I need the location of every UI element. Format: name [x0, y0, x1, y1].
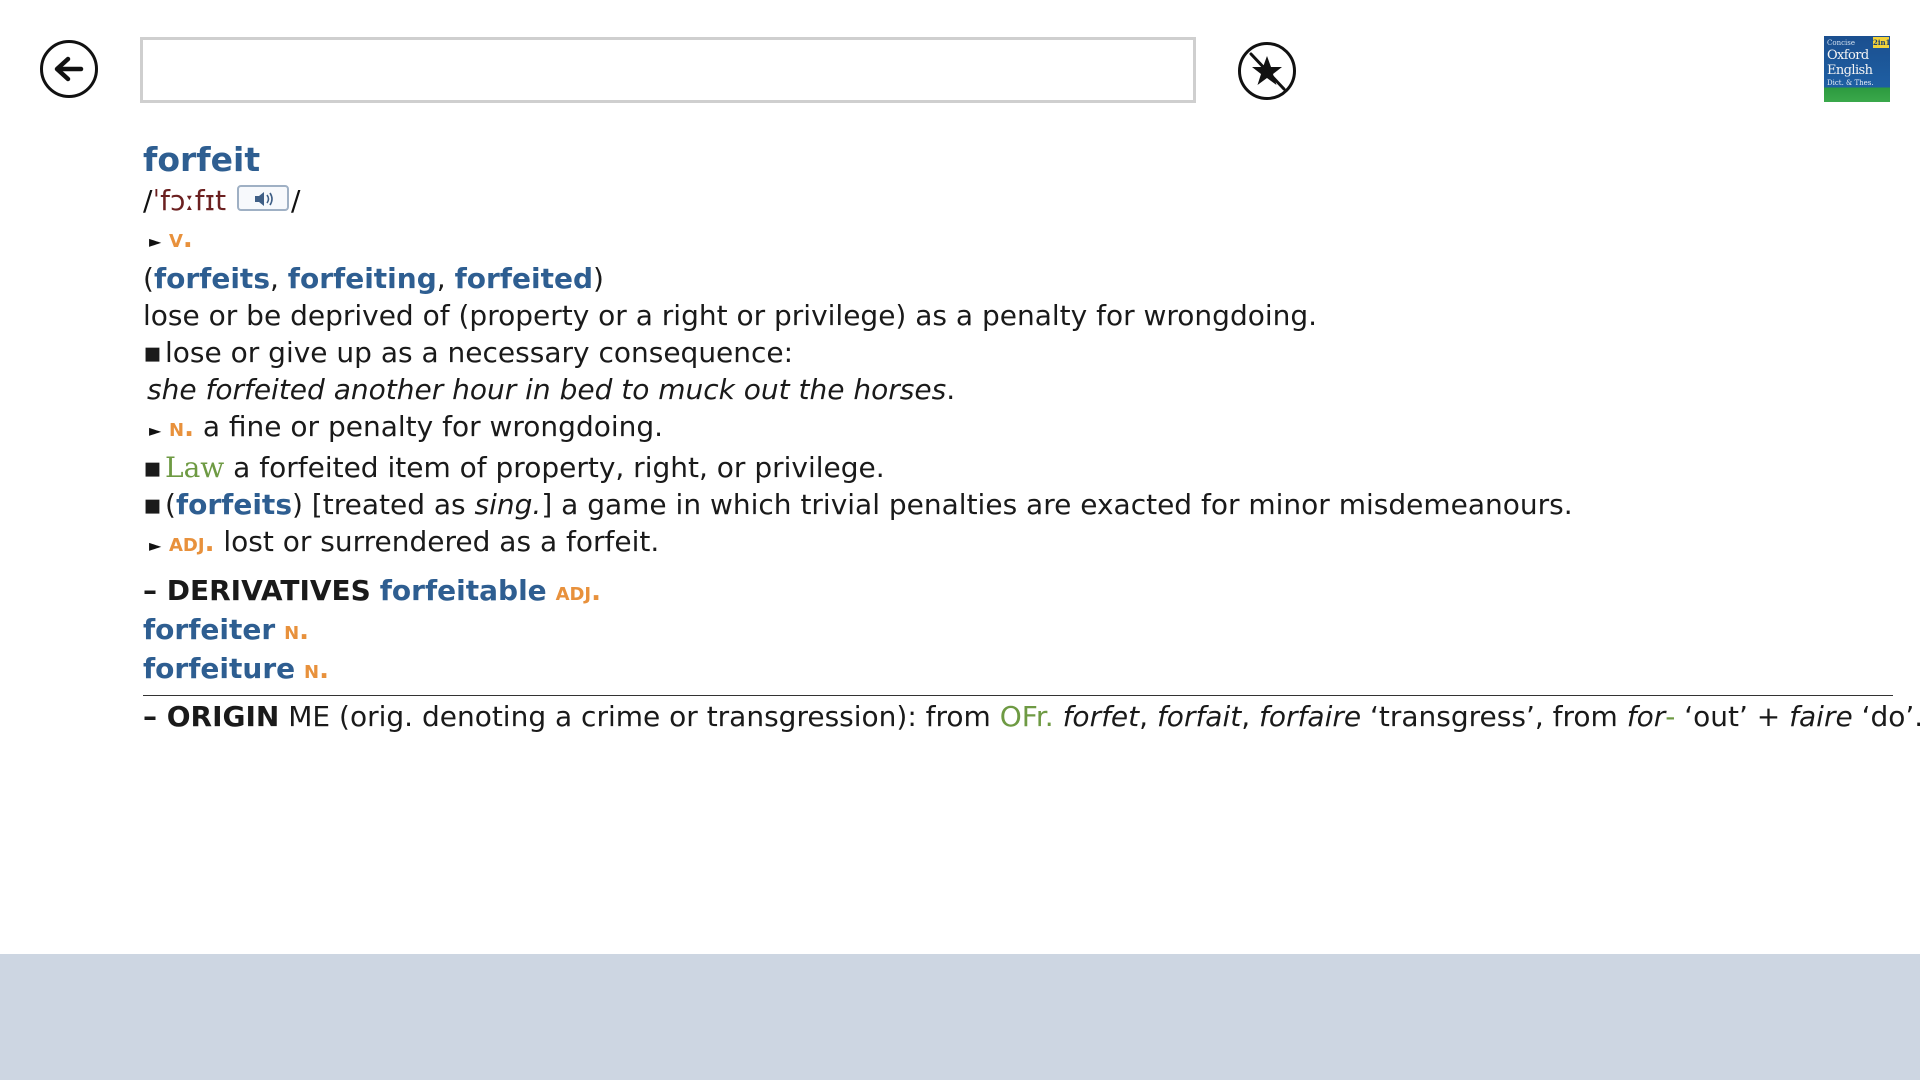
origin-text: ‘out’ +	[1675, 700, 1790, 733]
expand-triangle-icon: ►	[149, 536, 162, 555]
verb-definition: lose or be deprived of (property or a ri…	[143, 299, 1318, 332]
logo-line-3: English	[1827, 63, 1873, 78]
sub-definition-text: lose or give up as a necessary consequen…	[165, 336, 794, 369]
verb-example: she forfeited another hour in bed to muc…	[143, 371, 1893, 408]
noun-law-sense: ▪ Law a forfeited item of property, right…	[143, 449, 1893, 486]
verb-sub-definition: ▪ lose or give up as a necessary conseque…	[143, 334, 1893, 371]
bullet: ▪	[143, 336, 162, 369]
derivative-row: – DERIVATIVES forfeitable adj.	[143, 572, 1893, 611]
derivative-row: forfeiter n.	[143, 611, 1893, 650]
dictionary-entry: forfeit /ˈfɔːfɪt / ► v. (forfeits, forfei…	[143, 138, 1920, 735]
origin-word: forfet	[1062, 700, 1140, 733]
origin-text: ME (orig. denoting a crime or transgress…	[279, 700, 1000, 733]
play-audio-button[interactable]	[236, 185, 289, 211]
pos-adjective: adj.	[169, 528, 215, 558]
pronunciation-line: /ˈfɔːfɪt /	[143, 182, 1893, 219]
plural-form-link[interactable]: forfeits	[176, 488, 292, 521]
derivatives-section: – DERIVATIVES forfeitable adj. forfeiter…	[143, 572, 1893, 689]
adjective-definition: lost or surrendered as a forfeit.	[223, 525, 660, 558]
bottom-app-bar-area	[0, 954, 1920, 1080]
headword: forfeit	[143, 140, 261, 179]
inflection-link[interactable]: forfeits	[154, 262, 270, 295]
inflection-sep: ,	[269, 262, 288, 295]
inflections-close: )	[593, 262, 604, 295]
top-bar: 2in1 Concise Oxford English Dict. & Thes…	[0, 0, 1920, 120]
expand-triangle-icon: ►	[149, 421, 162, 440]
adjective-line: ► adj. lost or surrendered as a forfeit.	[143, 523, 1893, 564]
logo-line-4: Dict. & Thes.	[1827, 79, 1874, 87]
origin-word: forfaire	[1259, 700, 1362, 733]
plural-mid: ) [treated as	[291, 488, 475, 521]
verb-inflections: (forfeits, forfeiting, forfeited)	[143, 260, 1893, 297]
derivative-word-link[interactable]: forfeiter	[143, 613, 275, 646]
derivative-pos: adj.	[555, 577, 602, 607]
derivative-word-link[interactable]: forfeiture	[143, 652, 295, 685]
noun-plural-sense: ▪ (forfeits) [treated as sing.] a game in…	[143, 486, 1893, 523]
derivative-pos: n.	[284, 616, 310, 646]
derivative-row: forfeiture n.	[143, 650, 1893, 689]
noun-line: ► n. a fine or penalty for wrongdoing.	[143, 408, 1893, 449]
derivative-pos: n.	[304, 655, 329, 685]
pronunciation: ˈfɔːfɪt	[152, 184, 227, 217]
logo-badge: 2in1	[1873, 37, 1890, 48]
expand-triangle-icon: ►	[149, 232, 162, 251]
example-text: she forfeited another hour in bed to muc…	[147, 373, 947, 406]
origin-dash: -	[1665, 700, 1676, 733]
pos-noun: n.	[169, 413, 194, 443]
plural-sing: sing.	[474, 488, 542, 521]
logo-line-1: Concise	[1827, 39, 1855, 47]
origin-text: ‘transgress’, from	[1361, 700, 1627, 733]
bullet: ▪	[143, 488, 162, 521]
inflections-open: (	[143, 262, 154, 295]
inflection-link[interactable]: forfeiting	[288, 262, 437, 295]
favorites-button[interactable]	[1238, 42, 1296, 100]
plural-rest: ] a game in which trivial penalties are …	[541, 488, 1573, 521]
search-input[interactable]	[140, 37, 1196, 103]
noun-definition: a fine or penalty for wrongdoing.	[202, 410, 664, 443]
derivative-word-link[interactable]: forfeitable	[380, 574, 547, 607]
bullet: ▪	[143, 451, 162, 484]
inflection-sep: ,	[436, 262, 455, 295]
origin-label: – ORIGIN	[143, 700, 280, 733]
pos-verb: v.	[169, 224, 193, 254]
origin-text: ,	[1241, 700, 1260, 733]
origin-word: faire	[1789, 700, 1853, 733]
origin-section: – ORIGIN ME (orig. denoting a crime or t…	[143, 695, 1920, 735]
origin-word: forfait	[1156, 700, 1242, 733]
pron-slash-close: /	[290, 184, 301, 217]
plural-open: (	[165, 488, 176, 521]
speaker-icon	[254, 192, 273, 206]
back-arrow-icon	[54, 56, 84, 82]
origin-text: ‘do’.	[1852, 700, 1920, 733]
example-end: .	[946, 373, 956, 406]
logo-line-2: Oxford	[1827, 48, 1869, 63]
app-logo: 2in1 Concise Oxford English Dict. & Thes…	[1824, 36, 1890, 102]
inflection-link[interactable]: forfeited	[455, 262, 593, 295]
origin-word: for	[1626, 700, 1666, 733]
derivatives-label: – DERIVATIVES	[143, 574, 371, 607]
law-definition: a forfeited item of property, right, or …	[233, 451, 885, 484]
back-button[interactable]	[40, 40, 98, 98]
origin-language: OFr.	[999, 700, 1054, 733]
dictionary-app: 2in1 Concise Oxford English Dict. & Thes…	[0, 0, 1920, 1080]
verb-pos-line: ► v.	[143, 219, 1893, 260]
star-favorite-icon	[1249, 52, 1286, 91]
origin-text: ,	[1139, 700, 1157, 733]
subject-label-law: Law	[165, 451, 225, 484]
